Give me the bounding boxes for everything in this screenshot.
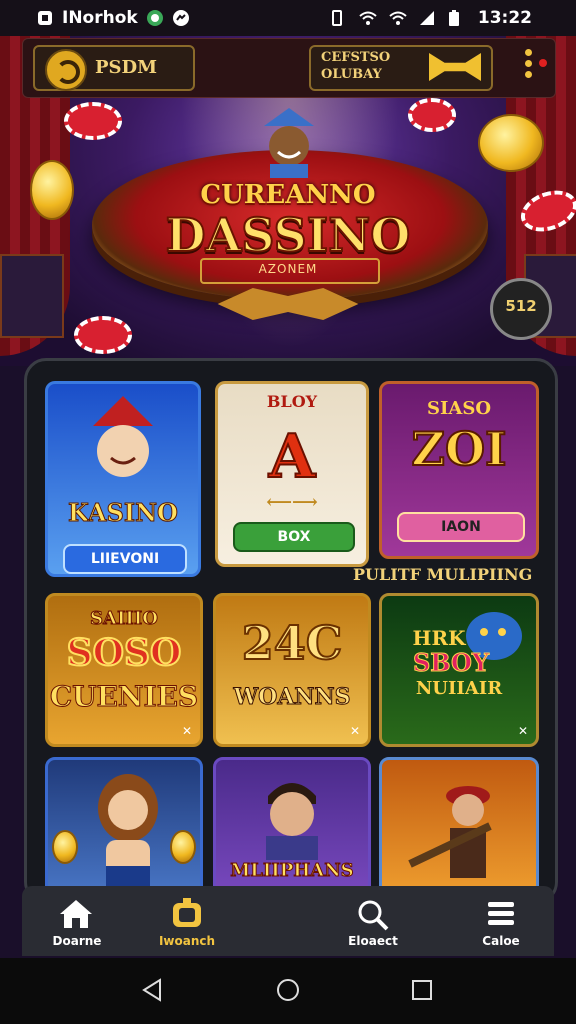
arrow-icon: ⟵⟶ [266, 492, 318, 513]
back-triangle-icon[interactable] [140, 978, 164, 1002]
recents-square-icon[interactable] [410, 978, 434, 1002]
poker-chip-icon [74, 316, 132, 354]
poker-chip-icon [64, 102, 122, 140]
hero-title-line2: DASSINO [165, 207, 412, 263]
game-title-line1: HRK [412, 626, 466, 650]
game-tile-mliiphans[interactable]: MLIIPHANS [213, 757, 371, 901]
game-tile-a[interactable]: BLOY A ⟵⟶ BOX [215, 381, 369, 567]
app-name: INorhok [62, 8, 138, 28]
search-icon [358, 900, 389, 931]
gold-coin-icon [170, 830, 196, 864]
top-bar: PSDM CEFSTSO OLUBAY [22, 38, 556, 98]
poker-chip-icon [408, 98, 456, 132]
hero-title-line1: CUREANNO [200, 180, 376, 210]
game-button[interactable]: IAON [397, 512, 525, 542]
game-tile-player-woman[interactable] [45, 757, 203, 901]
back-arrow-icon [45, 49, 87, 91]
back-button[interactable]: PSDM [33, 45, 195, 91]
game-title-line2: SBOY [412, 648, 490, 678]
game-tile-sboy[interactable]: HRK SBOY NUIIAIR ✕ [379, 593, 539, 747]
nav-item-menu[interactable]: Caloe [446, 894, 556, 954]
game-title: A [268, 421, 317, 493]
jackpot-badge[interactable]: 512 [490, 278, 552, 340]
clock: 13:22 [477, 8, 532, 28]
game-title-line2: WOANNS [233, 684, 351, 711]
man-character-icon [266, 783, 318, 860]
games-panel: KASINO LIIEVONI BLOY A ⟵⟶ BOX SIASO ZOI … [24, 358, 558, 904]
close-icon[interactable]: ✕ [182, 724, 192, 738]
gold-coin-icon [52, 830, 78, 864]
notification-icon [36, 9, 54, 27]
jester-icon [93, 396, 153, 477]
close-icon[interactable]: ✕ [350, 724, 360, 738]
game-title-line2: SOSO [66, 631, 183, 675]
vibrate-icon [328, 9, 346, 27]
game-title: ZOI [410, 421, 507, 477]
home-icon [60, 900, 92, 928]
system-nav-bar [0, 958, 576, 1024]
game-title-line1: SAIIIO [90, 608, 159, 630]
section-label: PULITF MULIPIING [353, 565, 533, 584]
game-title-line3: CUENIES [49, 680, 199, 714]
close-icon[interactable]: ✕ [518, 724, 528, 738]
game-tile-pirate[interactable] [379, 757, 539, 901]
wifi-secondary-icon [388, 9, 407, 27]
wifi-icon [358, 9, 377, 27]
nav-label: Doarne [52, 934, 102, 948]
signal-icon [418, 9, 436, 27]
club-label-line1: CEFSTSO [321, 50, 391, 65]
hero-subtitle: AZONEM [258, 262, 318, 276]
club-label-line2: OLUBAY [321, 67, 382, 82]
game-tile-kasino[interactable]: KASINO LIIEVONI [45, 381, 201, 577]
nav-item-home[interactable]: Doarne [22, 894, 132, 954]
wallet-icon [173, 898, 201, 927]
gold-coin-icon [478, 114, 544, 172]
game-button[interactable]: LIIEVONI [63, 544, 187, 574]
game-tile-soso[interactable]: SAIIIO SOSO CUENIES ✕ [45, 593, 203, 747]
battery-icon [448, 9, 466, 27]
game-title: KASINO [68, 498, 179, 528]
status-bar: INorhok 13:22 [0, 0, 576, 36]
game-header: BLOY [266, 392, 318, 411]
mascot-icon [258, 108, 320, 178]
back-button-label: PSDM [95, 57, 158, 78]
game-button[interactable]: BOX [232, 522, 356, 552]
club-button[interactable]: CEFSTSO OLUBAY [309, 45, 493, 91]
nav-label: Eloaect [348, 934, 398, 948]
game-title-line1: 24C [241, 615, 344, 671]
game-header: SIASO [426, 398, 492, 419]
bottom-nav: Doarne Iwoanch Eloaect Caloe [22, 886, 554, 956]
game-tile-24c[interactable]: 24C WOANNS ✕ [213, 593, 371, 747]
game-title-line3: NUIIAIR [415, 678, 503, 699]
messenger-icon [172, 9, 190, 27]
nav-label: Iwoanch [158, 934, 216, 948]
club-label: CEFSTSO OLUBAY [321, 49, 390, 83]
pirate-character-icon [408, 786, 492, 878]
game-title: MLIIPHANS [230, 860, 354, 882]
nav-label: Caloe [482, 934, 520, 948]
nav-item-wallet[interactable]: Iwoanch [132, 894, 242, 954]
bowtie-icon [429, 53, 481, 81]
menu-icon [488, 902, 514, 925]
app-badge-icon [146, 9, 164, 27]
home-circle-icon[interactable] [276, 978, 300, 1002]
nav-item-search[interactable]: Eloaect [318, 894, 428, 954]
more-options-icon[interactable] [525, 49, 547, 85]
game-tile-zoi[interactable]: SIASO ZOI IAON [379, 381, 539, 559]
woman-character-icon [98, 774, 158, 900]
